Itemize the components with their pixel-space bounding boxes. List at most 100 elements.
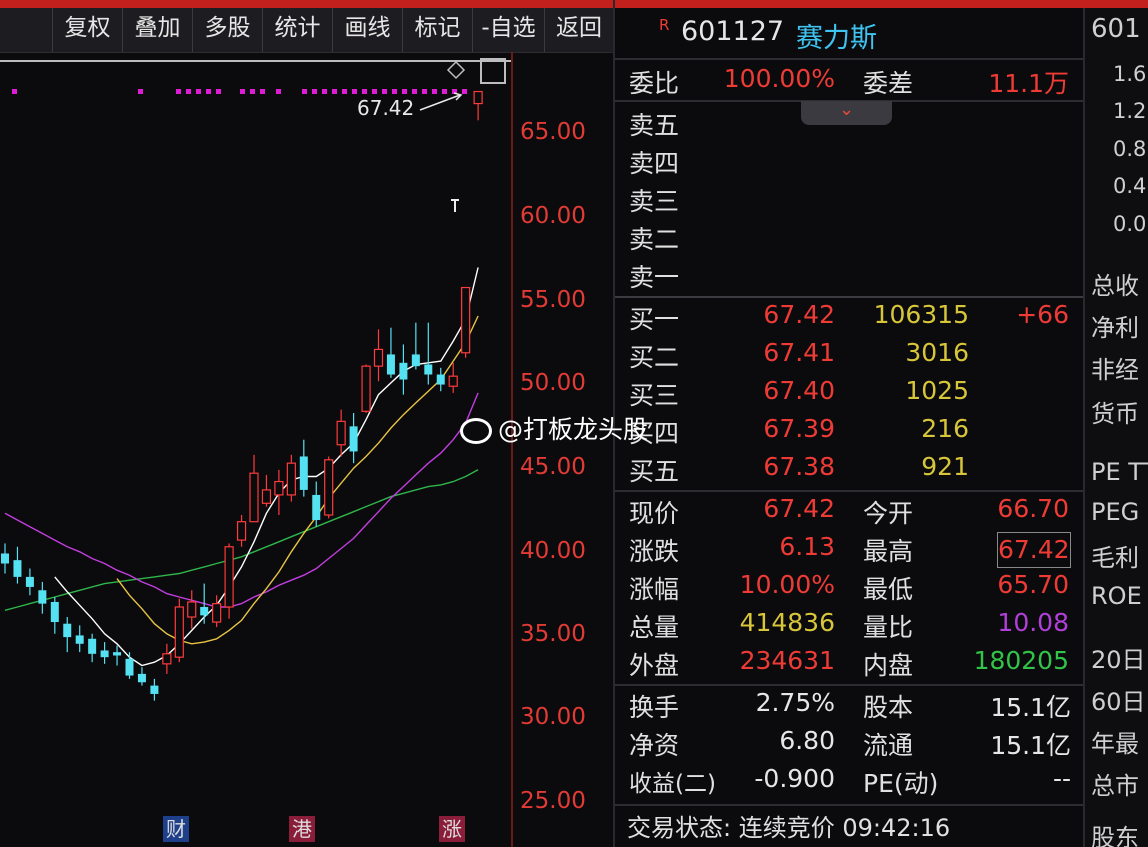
limit-up-marker[interactable]: 涨 <box>439 816 465 842</box>
margin-badge: R <box>659 16 670 34</box>
strip-row: 股东 <box>1091 824 1139 847</box>
stat-label: 内盘 <box>863 651 914 680</box>
candle-down[interactable] <box>312 494 321 521</box>
candle-down[interactable] <box>299 456 308 490</box>
candle-up[interactable] <box>473 90 483 105</box>
fullscreen-icon[interactable] <box>480 58 506 84</box>
candle-down[interactable] <box>1 553 9 564</box>
candle-down[interactable] <box>436 374 445 385</box>
limit-dot <box>250 89 255 94</box>
candle-up[interactable] <box>274 480 284 496</box>
candle-down[interactable] <box>349 426 358 452</box>
candle-down[interactable] <box>63 623 72 638</box>
candle-down[interactable] <box>411 354 420 367</box>
price-label: 40.00 <box>520 538 586 564</box>
toolbar-multistock-button[interactable]: 多股 <box>192 8 262 52</box>
toolbar-fuquan-button[interactable]: 复权 <box>52 8 122 52</box>
diamond-icon[interactable] <box>446 60 466 80</box>
toolbar-stats-button[interactable]: 统计 <box>262 8 332 52</box>
candle-up[interactable] <box>336 420 346 446</box>
stat-label: 最高 <box>863 537 914 566</box>
weibo-logo-icon <box>460 418 492 444</box>
limit-dot <box>322 89 327 94</box>
fund-label: 股本 <box>863 693 914 722</box>
candle-up[interactable] <box>236 521 247 541</box>
candle-up[interactable] <box>174 606 184 658</box>
stat-row: 总量 414836 量比 10.08 <box>615 608 1083 646</box>
limit-dot <box>412 89 417 94</box>
toolbar-back-button[interactable]: 返回 <box>544 8 613 52</box>
hk-connect-marker[interactable]: 港 <box>289 816 315 842</box>
collapse-toggle[interactable]: ⌄ <box>801 99 892 125</box>
candle-up[interactable] <box>224 546 234 608</box>
stat-row: 外盘 234631 内盘 180205 <box>615 646 1083 684</box>
stat-row: 涨跌 6.13 最高 67.42 <box>615 532 1083 570</box>
toolbar-draw-button[interactable]: 画线 <box>332 8 402 52</box>
toolbar-mark-button[interactable]: 标记 <box>402 8 472 52</box>
candle-up[interactable] <box>448 375 458 387</box>
candle-down[interactable] <box>100 650 109 658</box>
candle-down[interactable] <box>200 606 209 616</box>
limit-dot <box>196 89 201 94</box>
candle-down[interactable] <box>25 576 34 587</box>
buy-level-row: 买二 67.41 3016 <box>615 338 1083 376</box>
divider <box>615 684 1083 686</box>
last-price-tag: 67.42 <box>357 96 414 120</box>
candle-up[interactable] <box>361 365 371 412</box>
fund-value: 2.75% <box>755 688 835 717</box>
stock-name[interactable]: 赛力斯 <box>796 16 877 55</box>
limit-dot <box>176 89 181 94</box>
candle-up[interactable] <box>286 462 296 496</box>
limit-dot <box>402 89 407 94</box>
strip-row: PE TT <box>1091 458 1148 486</box>
kline-chart[interactable]: 67.42 65.00 60.00 55.00 50.00 45.00 40.0… <box>0 52 613 847</box>
candle-up[interactable] <box>373 348 384 367</box>
watermark-text: @打板龙头股 <box>498 415 649 444</box>
candle-up[interactable] <box>187 601 197 618</box>
toolbar-overlay-button[interactable]: 叠加 <box>122 8 192 52</box>
candle-down[interactable] <box>424 364 433 375</box>
sell-level-label: 卖三 <box>629 187 680 216</box>
stat-value: 67.42 <box>763 494 835 523</box>
sell-level-label: 卖二 <box>629 225 680 254</box>
stat-value: 66.70 <box>997 494 1069 523</box>
candle-down[interactable] <box>399 362 408 380</box>
candle-down[interactable] <box>13 560 22 577</box>
candle-up[interactable] <box>249 472 259 523</box>
strip-row: ROE <box>1091 582 1142 610</box>
candle-up[interactable] <box>212 603 222 623</box>
candle-down[interactable] <box>38 590 47 604</box>
cursor-t-icon <box>451 199 459 212</box>
strip-row: 总市 <box>1091 772 1139 800</box>
fund-label: 收益(二) <box>629 771 716 797</box>
stock-code: 601127 <box>681 16 785 47</box>
candle-down[interactable] <box>150 685 159 694</box>
candle-up[interactable] <box>461 286 471 354</box>
candle-down[interactable] <box>88 638 97 654</box>
ma20-line <box>4 392 479 608</box>
fund-label: PE(动) <box>863 769 939 798</box>
buy-level-label: 买五 <box>629 457 680 486</box>
limit-dot <box>276 89 281 94</box>
candle-down[interactable] <box>75 635 84 644</box>
fund-row: 换手 2.75% 股本 15.1亿 <box>615 688 1083 726</box>
candle-down[interactable] <box>386 354 395 375</box>
fund-value: -- <box>1052 764 1071 793</box>
sell-level-label: 卖一 <box>629 263 680 292</box>
toolbar-watchlist-remove-button[interactable]: -自选 <box>472 8 544 52</box>
limit-dot <box>260 89 265 94</box>
candle-down[interactable] <box>125 658 134 676</box>
quote-panel: R 601127 赛力斯 委比 100.00% 委差 11.1万 ⌄ 卖五 卖四… <box>615 8 1083 847</box>
candle-down[interactable] <box>113 652 122 656</box>
limit-dot <box>312 89 317 94</box>
candle-up[interactable] <box>162 653 172 665</box>
candle-up[interactable] <box>324 459 334 516</box>
strip-row: 20日 <box>1091 646 1146 674</box>
candle-down[interactable] <box>50 601 59 623</box>
finance-report-marker[interactable]: 财 <box>163 816 189 842</box>
moving-average-lines <box>4 267 479 667</box>
strip-title: 601 <box>1091 14 1141 44</box>
limit-dot <box>186 89 191 94</box>
candle-down[interactable] <box>137 673 146 683</box>
candle-up[interactable] <box>261 489 272 504</box>
